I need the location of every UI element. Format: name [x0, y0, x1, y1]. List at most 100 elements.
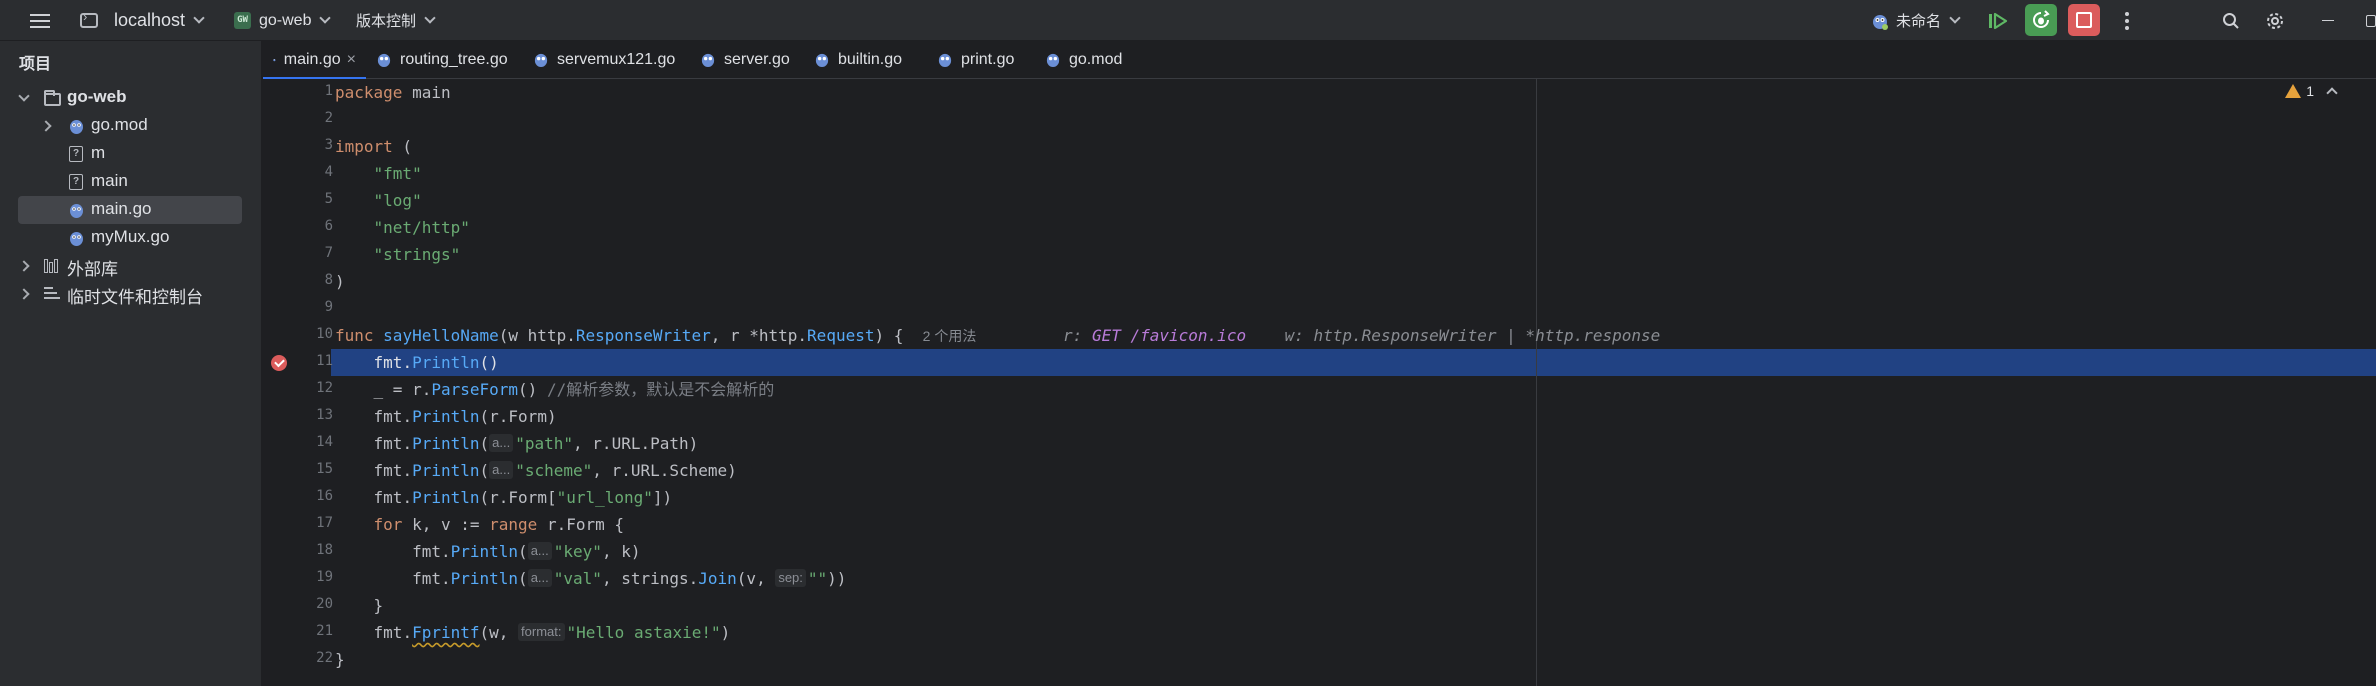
line-number: 9 [324, 299, 333, 315]
tree-item-external-libs[interactable]: 外部库 [0, 252, 262, 280]
warning-count: 1 [2306, 83, 2314, 99]
tree-item-label: main [91, 171, 128, 190]
search-button[interactable] [2220, 0, 2242, 41]
chevron-down-icon [1949, 12, 1961, 24]
stop-button[interactable] [2068, 4, 2100, 36]
line-number: 16 [316, 488, 333, 504]
folder-icon [44, 90, 61, 106]
chevron-down-icon [18, 90, 30, 102]
search-icon [2223, 12, 2239, 29]
code-line-15: fmt.Println(a... "scheme", r.URL.Scheme) [373, 461, 737, 480]
tree-item-label: 外部库 [67, 260, 118, 279]
gopher-icon [1873, 14, 1888, 30]
gopher-icon [534, 53, 548, 68]
rerun-bug-icon [2033, 10, 2050, 28]
tree-item-label: go-web [67, 87, 127, 106]
tree-item-main-go[interactable]: main.go [0, 196, 262, 224]
line-number: 20 [316, 596, 333, 612]
chevron-down-icon [424, 12, 436, 24]
tab-print-go[interactable]: print.go [937, 41, 1014, 79]
chevron-right-icon [40, 120, 52, 132]
line-number: 10 [316, 326, 333, 342]
main-menu-button[interactable] [22, 0, 58, 41]
settings-button[interactable] [2263, 0, 2287, 41]
tree-item-label: myMux.go [91, 227, 170, 246]
host-selector[interactable]: localhost [80, 0, 205, 41]
project-selector[interactable]: GW go-web [234, 0, 332, 41]
gopher-icon [938, 53, 952, 68]
line-number: 2 [324, 110, 333, 126]
gear-icon [2267, 12, 2283, 29]
scratches-icon [44, 287, 60, 301]
tab-main-go[interactable]: main.go × [263, 41, 366, 80]
line-number: 17 [316, 515, 333, 531]
tree-item-go-mod[interactable]: go.mod [0, 112, 262, 140]
code-line-21: fmt.Fprintf(w, format: "Hello astaxie!") [373, 623, 731, 642]
tab-routing-tree-go[interactable]: routing_tree.go [376, 41, 508, 79]
run-config-selector[interactable]: 未命名 [1870, 0, 1961, 41]
line-number: 1 [324, 83, 333, 99]
tab-servemux121-go[interactable]: servemux121.go [533, 41, 675, 79]
more-actions-button[interactable] [2117, 0, 2137, 41]
tree-item-main[interactable]: ? main [0, 168, 262, 196]
project-label: go-web [259, 11, 312, 29]
minimize-button[interactable] [2320, 0, 2336, 41]
close-icon[interactable]: × [347, 51, 356, 69]
gopher-icon [377, 53, 391, 68]
line-number: 14 [316, 434, 333, 450]
rerun-debug-button[interactable] [2025, 4, 2057, 36]
line-number: 15 [316, 461, 333, 477]
code-line-1: package main [335, 83, 451, 102]
terminal-icon [80, 9, 98, 28]
line-number: 12 [316, 380, 333, 396]
unknown-file-icon: ? [69, 174, 83, 190]
chevron-down-icon [319, 12, 332, 24]
gopher-icon [70, 232, 83, 246]
tab-server-go[interactable]: server.go [700, 41, 790, 79]
line-number: 22 [316, 650, 333, 666]
gopher-icon [273, 58, 276, 62]
code-line-18: fmt.Println(a... "key", k) [412, 542, 641, 561]
gopher-icon [1046, 53, 1060, 68]
run-config-label: 未命名 [1896, 13, 1942, 30]
inspection-widget[interactable]: 1 [2285, 78, 2338, 104]
line-number: 11 [316, 353, 333, 369]
tab-builtin-go[interactable]: builtin.go [814, 41, 902, 79]
tab-label: builtin.go [838, 51, 903, 68]
hamburger-icon [30, 13, 50, 28]
chevron-right-icon [18, 288, 30, 300]
tree-item-root[interactable]: go-web [0, 84, 262, 112]
tree-item-label: go.mod [91, 115, 148, 134]
chevron-up-icon[interactable] [2326, 87, 2338, 99]
tree-item-label: m [91, 143, 106, 162]
line-number: 19 [316, 569, 333, 585]
more-vertical-icon [2125, 11, 2129, 30]
tree-item-scratches[interactable]: 临时文件和控制台 [0, 280, 262, 308]
line-number: 3 [324, 137, 333, 153]
project-panel-title: 项目 [19, 56, 52, 73]
vcs-selector[interactable]: 版本控制 [356, 0, 436, 41]
tab-label: routing_tree.go [400, 51, 508, 68]
code-line-10: func sayHelloName(w http.ResponseWriter,… [335, 326, 1661, 345]
tab-label: main.go [283, 51, 341, 68]
title-bar: localhost GW go-web 版本控制 未命名 [0, 0, 2376, 41]
code-line-12: _ = r.ParseForm() //解析参数，默认是不会解析的 [373, 380, 775, 399]
gopher-icon [70, 120, 83, 134]
tab-label: go.mod [1069, 51, 1123, 68]
code-editor[interactable]: 1 2 3 4 5 6 7 8 9 10 11 12 13 14 15 16 1… [263, 79, 2376, 686]
tree-item-mymux-go[interactable]: myMux.go [0, 224, 262, 252]
tab-label: servemux121.go [557, 51, 676, 68]
param-hint: sep: [775, 569, 806, 587]
gopher-icon [815, 53, 829, 68]
warning-icon [2285, 84, 2302, 98]
line-number: 4 [324, 164, 333, 180]
resume-button[interactable] [1983, 0, 2013, 41]
code-line-17: for k, v := range r.Form { [373, 515, 625, 534]
library-icon [44, 259, 60, 273]
resume-icon [1989, 12, 2008, 29]
maximize-button[interactable] [2366, 0, 2376, 41]
tree-item-m[interactable]: ? m [0, 140, 262, 168]
line-number: 21 [316, 623, 333, 639]
tab-go-mod[interactable]: go.mod [1045, 41, 1122, 79]
execution-line-highlight [331, 349, 2376, 376]
